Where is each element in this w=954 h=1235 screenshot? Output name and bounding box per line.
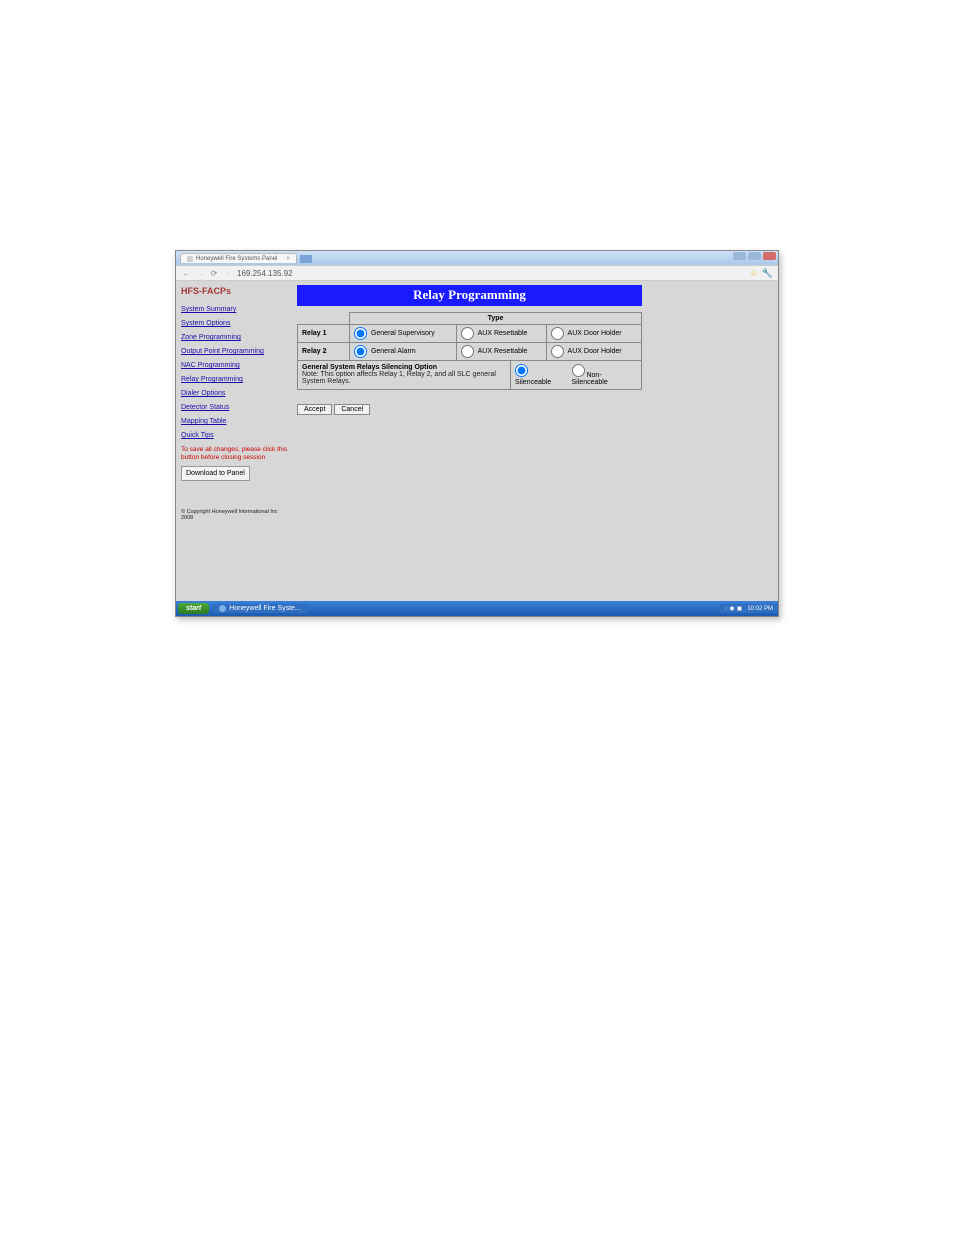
maximize-button[interactable]	[748, 252, 761, 260]
nav-output-point-programming[interactable]: Output Point Programming	[181, 348, 289, 355]
taskbar-item-label: Honeywell Fire Syste...	[229, 605, 301, 612]
silencing-title: General System Relays Silencing Option	[302, 364, 506, 371]
silencing-option-box: General System Relays Silencing Option N…	[297, 361, 642, 390]
nav-mapping-table[interactable]: Mapping Table	[181, 418, 289, 425]
download-to-panel-button[interactable]: Download to Panel	[181, 466, 250, 481]
nav-quick-tips[interactable]: Quick Tips	[181, 432, 289, 439]
page-icon: ▫	[223, 269, 233, 278]
nav-system-summary[interactable]: System Summary	[181, 306, 289, 313]
taskbar: start Honeywell Fire Syste... ◌ ◉ ▣ 10:0…	[176, 601, 778, 616]
main-content: Relay Programming Type Relay 1 General S…	[294, 281, 778, 601]
nav-relay-programming[interactable]: Relay Programming	[181, 376, 289, 383]
accept-button[interactable]: Accept	[297, 404, 332, 415]
bookmark-icon[interactable]: ☆	[750, 268, 758, 279]
minimize-button[interactable]	[733, 252, 746, 260]
tab-title: Honeywell Fire Systems Panel	[196, 256, 277, 262]
relay1-opt-aux-resettable[interactable]: AUX Resettable	[461, 330, 527, 337]
forward-button[interactable]: →	[195, 269, 205, 278]
page-title: Relay Programming	[297, 285, 642, 306]
relay2-opt-aux-resettable[interactable]: AUX Resettable	[461, 348, 527, 355]
task-icon	[219, 605, 226, 612]
tray-icon: ▣	[737, 605, 743, 612]
taskbar-clock: 10:02 PM	[747, 606, 773, 612]
url-input[interactable]: 169.254.135.92	[237, 269, 746, 278]
tray-icon: ◉	[729, 605, 734, 612]
address-bar: ← → ⟳ ▫ 169.254.135.92 ☆ 🔧	[176, 265, 778, 281]
nav-detector-status[interactable]: Detector Status	[181, 404, 289, 411]
start-button[interactable]: start	[178, 603, 209, 614]
tab-close-icon[interactable]: ×	[286, 256, 290, 262]
relay-row-2: Relay 2 General Alarm AUX Resettable AUX…	[298, 343, 642, 361]
type-header: Type	[350, 313, 642, 325]
new-tab-button[interactable]	[300, 255, 312, 263]
sidebar-brand: HFS-FACPs	[181, 286, 289, 296]
tray-icon: ◌	[724, 606, 728, 612]
nav-zone-programming[interactable]: Zone Programming	[181, 334, 289, 341]
relay1-opt-aux-door-holder[interactable]: AUX Door Holder	[551, 330, 622, 337]
relay-table: Type Relay 1 General Supervisory AUX Res…	[297, 312, 642, 361]
reload-button[interactable]: ⟳	[209, 269, 219, 278]
nav-dialer-options[interactable]: Dialer Options	[181, 390, 289, 397]
relay1-label: Relay 1	[298, 325, 350, 343]
settings-icon[interactable]: 🔧	[762, 268, 773, 279]
system-tray[interactable]: ◌ ◉ ▣ 10:02 PM	[719, 604, 778, 613]
window-titlebar: Honeywell Fire Systems Panel ×	[176, 251, 778, 265]
relay2-opt-general-alarm[interactable]: General Alarm	[354, 348, 416, 355]
non-silenceable-radio[interactable]: Non-Silenceable	[572, 364, 637, 386]
relay2-opt-aux-door-holder[interactable]: AUX Door Holder	[551, 348, 622, 355]
sidebar: HFS-FACPs System Summary System Options …	[176, 281, 294, 601]
tab-favicon	[187, 256, 193, 262]
nav-system-options[interactable]: System Options	[181, 320, 289, 327]
nav-nac-programming[interactable]: NAC Programming	[181, 362, 289, 369]
silencing-note: Note: This option affects Relay 1, Relay…	[302, 371, 506, 385]
save-warning-text: To save all changes, please click this b…	[181, 446, 289, 462]
relay2-label: Relay 2	[298, 343, 350, 361]
relay1-opt-general-supervisory[interactable]: General Supervisory	[354, 330, 435, 337]
cancel-button[interactable]: Cancel	[334, 404, 370, 415]
copyright-text: © Copyright Honeywell International Inc …	[181, 509, 289, 521]
browser-tab[interactable]: Honeywell Fire Systems Panel ×	[180, 253, 297, 263]
back-button[interactable]: ←	[181, 269, 191, 278]
silenceable-radio[interactable]: Silenceable	[515, 364, 566, 386]
taskbar-item[interactable]: Honeywell Fire Syste...	[213, 604, 307, 613]
window-close-button[interactable]	[763, 252, 776, 260]
relay-row-1: Relay 1 General Supervisory AUX Resettab…	[298, 325, 642, 343]
